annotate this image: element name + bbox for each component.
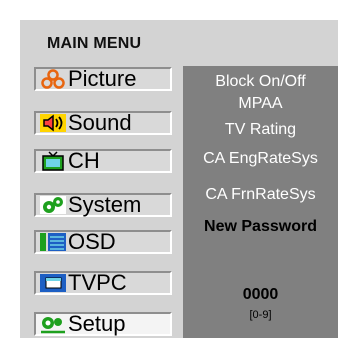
menu-item-tvpc[interactable]: TVPC [34, 271, 172, 295]
menu-item-label: TVPC [68, 270, 127, 295]
monitor-icon [40, 274, 66, 292]
menu-item-label: OSD [68, 229, 116, 254]
menu-item-label: Picture [68, 66, 137, 91]
tv-icon [42, 151, 64, 171]
submenu-item-block[interactable]: Block On/Off [183, 73, 338, 91]
menu-item-label: System [68, 192, 142, 217]
main-menu-title: MAIN MENU [47, 35, 142, 52]
menu-item-osd[interactable]: OSD [34, 230, 172, 254]
menu-item-picture[interactable]: Picture [34, 67, 172, 91]
submenu-item-ca-eng[interactable]: CA EngRateSys [183, 150, 338, 168]
menu-item-label: CH [68, 148, 100, 173]
osd-icon [40, 233, 66, 251]
menu-item-sound[interactable]: Sound [34, 111, 172, 135]
menu-item-ch[interactable]: CH [34, 149, 172, 173]
menu-item-system[interactable]: System [34, 193, 172, 217]
submenu-item-new-password[interactable]: New Password [183, 218, 338, 236]
setup-icon [41, 317, 65, 334]
picture-icon [41, 69, 65, 89]
setup-submenu: Block On/Off MPAA TV Rating CA EngRateSy… [183, 66, 338, 338]
speaker-icon [40, 114, 66, 132]
password-range-hint: [0-9] [249, 309, 272, 321]
submenu-item-ca-frn[interactable]: CA FrnRateSys [183, 186, 338, 204]
submenu-item-tv-rating[interactable]: TV Rating [183, 121, 338, 139]
menu-item-setup[interactable]: Setup [34, 312, 172, 336]
menu-item-label: Sound [68, 110, 132, 135]
submenu-item-mpaa[interactable]: MPAA [183, 95, 338, 113]
menu-item-label: Setup [68, 311, 126, 336]
gears-icon [40, 196, 66, 214]
password-value[interactable]: 0000 [183, 286, 338, 304]
